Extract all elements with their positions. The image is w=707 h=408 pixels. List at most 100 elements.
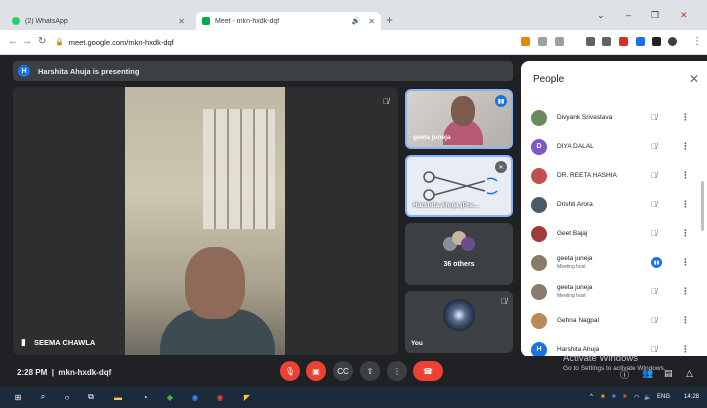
mic-off-icon[interactable]: 🎙̸ — [651, 113, 657, 122]
list-item[interactable]: D DIYA DALAL 🎙̸ ⋮ — [521, 132, 701, 161]
tab-whatsapp[interactable]: (2) WhatsApp ✕ — [6, 12, 191, 30]
extensions-puzzle-icon[interactable] — [652, 37, 661, 46]
mic-toggle-button[interactable]: 🎙 — [280, 361, 300, 381]
more-options-icon[interactable]: ⋮ — [681, 228, 690, 239]
more-options-icon[interactable]: ⋮ — [681, 257, 690, 268]
mic-off-icon[interactable]: 🎙̸ — [651, 287, 657, 296]
chat-icon[interactable]: ▤ — [664, 368, 673, 379]
info-icon[interactable]: ⓘ — [620, 368, 629, 381]
participant-avatar: D — [531, 138, 547, 155]
participant-avatar — [531, 196, 547, 213]
tile-presentation[interactable]: ✕ Harshita Ahuja (Pre... — [405, 155, 513, 217]
chrome-icon[interactable]: ◉ — [190, 392, 200, 402]
meet-control-bar: 2:28 PM | mkn-hxdk-dqf 🎙 ▣ CC ⇧ ⋮ ☎ Acti… — [0, 353, 707, 387]
main-speaker-tile[interactable]: 🎙̸ ▮ SEEMA CHAWLA — [13, 87, 398, 355]
wifi-icon[interactable]: ◠ — [634, 394, 639, 401]
close-window-icon[interactable]: ✕ — [680, 10, 688, 21]
input-language[interactable]: ENG — [657, 394, 670, 400]
speaker-icon[interactable]: 🔊 — [352, 17, 361, 25]
list-item[interactable]: Geet Bajaj 🎙̸ ⋮ — [521, 219, 701, 248]
tile-you[interactable]: 🎙̸ You — [405, 291, 513, 353]
app-icon[interactable]: ◔ — [140, 392, 150, 402]
more-options-icon[interactable]: ⋮ — [681, 286, 690, 297]
mic-off-icon[interactable]: 🎙̸ — [651, 171, 657, 180]
meet-icon — [202, 17, 210, 25]
search-icon[interactable]: ⌕ — [38, 392, 48, 402]
more-options-icon[interactable]: ⋮ — [681, 141, 690, 152]
tile-label: Harshita Ahuja (Pre... — [413, 202, 479, 209]
new-tab-button[interactable]: + — [386, 13, 393, 27]
share-icon[interactable] — [538, 37, 547, 46]
more-options-icon[interactable]: ⋮ — [681, 112, 690, 123]
close-panel-icon[interactable]: ✕ — [689, 72, 699, 86]
maximize-icon[interactable]: ❐ — [651, 10, 659, 21]
tab-label: (2) WhatsApp — [25, 17, 68, 25]
camera-toggle-button[interactable]: ▣ — [306, 361, 326, 381]
participant-list: Divyank Srivastava 🎙̸ ⋮ D DIYA DALAL 🎙̸ … — [521, 103, 701, 357]
bookmark-star-icon[interactable] — [555, 37, 564, 46]
extension-icon[interactable] — [619, 37, 628, 46]
extension-icon[interactable] — [636, 37, 645, 46]
leave-call-button[interactable]: ☎ — [413, 361, 443, 381]
separator: | — [51, 368, 54, 377]
speaking-indicator-icon[interactable]: ▮▮ — [651, 257, 662, 268]
extension-icon[interactable] — [602, 37, 611, 46]
tray-chevron-icon[interactable]: ^ — [590, 394, 593, 400]
list-item[interactable]: DR. REETA HASHIA 🎙̸ ⋮ — [521, 161, 701, 190]
meeting-info: 2:28 PM | mkn-hxdk-dqf — [17, 368, 111, 377]
app-icon[interactable]: ◤ — [242, 392, 252, 402]
more-options-icon[interactable]: ⋮ — [681, 344, 690, 355]
minimize-icon[interactable]: – — [626, 10, 631, 20]
mic-off-icon[interactable]: 🎙̸ — [651, 229, 657, 238]
list-item[interactable]: geeta juneja Meeting host ▮▮ ⋮ — [521, 248, 701, 277]
more-options-icon[interactable]: ⋮ — [681, 315, 690, 326]
participant-avatar — [531, 109, 547, 126]
list-item[interactable]: Gehna Nagpal 🎙̸ ⋮ — [521, 306, 701, 335]
tab-search-icon[interactable]: ⌄ — [597, 10, 605, 21]
cortana-icon[interactable]: ○ — [62, 392, 72, 402]
camera-extension-icon[interactable] — [521, 37, 530, 46]
close-tab-icon[interactable]: ✕ — [368, 17, 375, 26]
people-icon[interactable]: 👥 — [642, 368, 653, 379]
reload-icon[interactable]: ↻ — [38, 36, 46, 47]
more-options-icon[interactable]: ⋮ — [681, 170, 690, 181]
list-item[interactable]: Drishti Arora 🎙̸ ⋮ — [521, 190, 701, 219]
menu-icon[interactable]: ⋮ — [692, 36, 702, 47]
participant-name: DIYA DALAL — [557, 142, 594, 150]
list-item[interactable]: geeta juneja Meeting host 🎙̸ ⋮ — [521, 277, 701, 306]
panel-scrollbar[interactable] — [701, 181, 704, 231]
tray-icon[interactable]: ■ — [601, 394, 605, 400]
tray-icon[interactable]: ■ — [612, 394, 616, 400]
tile-others[interactable]: 36 others — [405, 223, 513, 285]
tile-geeta[interactable]: ▮▮ geeta juneja — [405, 89, 513, 149]
windows-taskbar: ⊞ ⌕ ○ ⧉ ▬ ◔ ◆ ◉ ◉ ◤ ^ ■ ■ ■ ◠ 🔈 ENG 14:2… — [0, 387, 707, 408]
file-explorer-icon[interactable]: ▬ — [113, 392, 123, 402]
forward-icon[interactable]: → — [22, 36, 32, 47]
volume-icon[interactable]: 🔈 — [644, 394, 651, 401]
mic-off-icon[interactable]: 🎙̸ — [651, 142, 657, 151]
list-item[interactable]: Divyank Srivastava 🎙̸ ⋮ — [521, 103, 701, 132]
tab-meet[interactable]: Meet - mkn-hxdk-dqf 🔊 ✕ — [196, 12, 381, 30]
windows-start-icon[interactable]: ⊞ — [13, 392, 23, 402]
mic-off-icon[interactable]: 🎙̸ — [651, 316, 657, 325]
url-text: meet.google.com/mkn-hxdk-dqf — [68, 37, 174, 47]
speaker-face — [185, 247, 245, 319]
more-options-icon[interactable]: ⋮ — [681, 199, 690, 210]
close-tab-icon[interactable]: ✕ — [178, 17, 185, 26]
profile-avatar[interactable] — [668, 37, 677, 46]
captions-button[interactable]: CC — [333, 361, 353, 381]
taskbar-clock[interactable]: 14:28 — [684, 394, 699, 400]
tray-icon[interactable]: ■ — [623, 394, 627, 400]
present-button[interactable]: ⇧ — [360, 361, 380, 381]
activities-icon[interactable]: △ — [686, 368, 693, 379]
back-icon[interactable]: ← — [8, 36, 18, 47]
more-options-button[interactable]: ⋮ — [387, 361, 407, 381]
mic-off-icon[interactable]: 🎙̸ — [651, 200, 657, 209]
main-speaker-name: SEEMA CHAWLA — [33, 338, 96, 347]
url-field[interactable]: 🔒 meet.google.com/mkn-hxdk-dqf — [55, 34, 500, 50]
mic-off-icon: 🎙̸ — [383, 97, 389, 106]
task-view-icon[interactable]: ⧉ — [86, 392, 96, 402]
app-icon[interactable]: ◆ — [165, 392, 175, 402]
extension-icon[interactable] — [586, 37, 595, 46]
chrome-icon[interactable]: ◉ — [215, 392, 225, 402]
